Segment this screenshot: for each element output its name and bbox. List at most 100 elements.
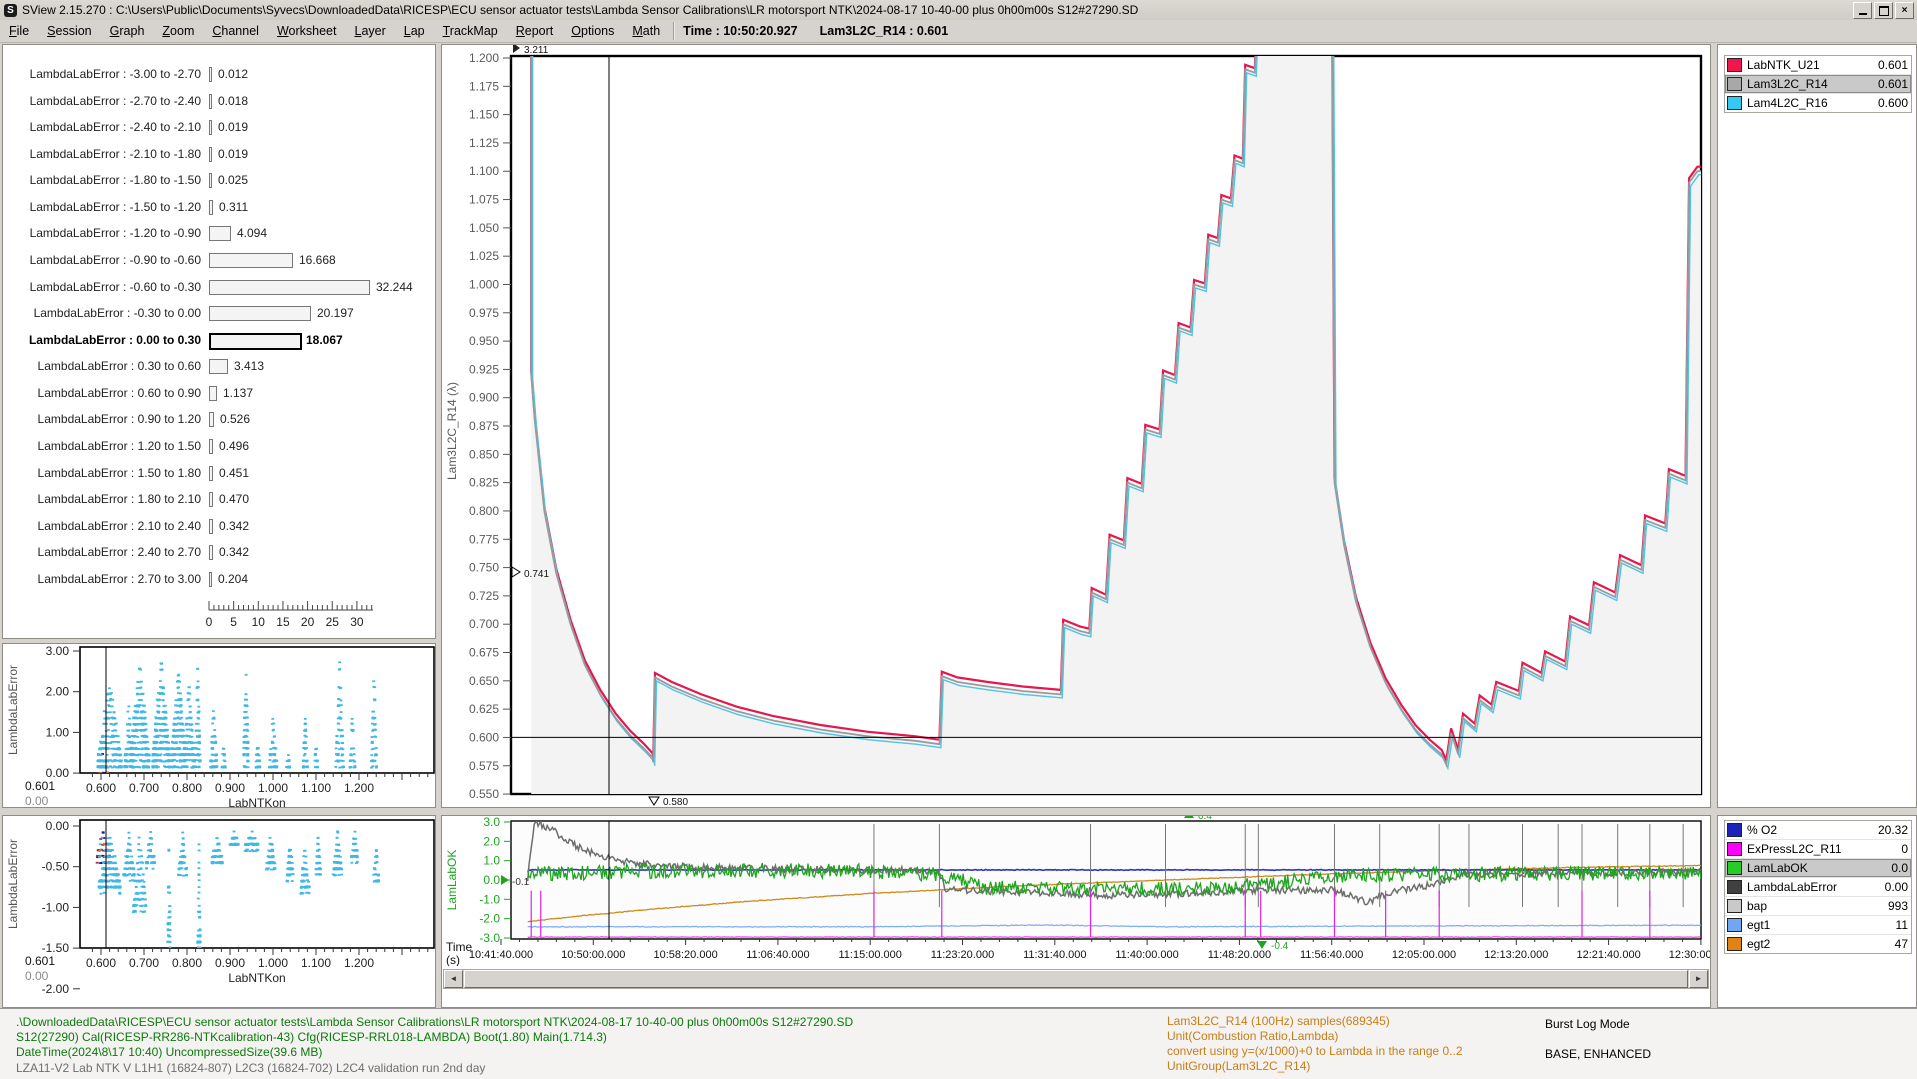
bottom-channel-row-lamlabok[interactable]: LamLabOK0.0 [1725,859,1911,878]
histogram-row[interactable]: LambdaLabError : -1.20 to -0.904.094 [3,220,433,246]
time-tick-label: 12:21:40.000 [1576,949,1640,961]
main-ytick: 0.575 [469,759,499,773]
menu-report[interactable]: Report [507,21,563,41]
histogram-row[interactable]: LambdaLabError : -1.50 to -1.200.311 [3,194,433,220]
main-channel-row-lam3l2c-r14[interactable]: Lam3L2C_R140.601 [1725,75,1911,94]
scroll-thumb[interactable] [464,970,1688,988]
histogram-row[interactable]: LambdaLabError : 2.40 to 2.700.342 [3,539,433,565]
bottom-channel-row-expressl2c-r11[interactable]: ExPressL2C_R110 [1725,840,1911,859]
histogram-row-label: LambdaLabError : 1.20 to 1.50 [38,439,201,453]
main-channel-row-labntk-u21[interactable]: LabNTK_U210.601 [1725,56,1911,75]
scatter-top-xlabel: LabNTKon [228,796,285,807]
main-chart-panel[interactable]: Lam3L2C_R14 (λ)1.2001.1751.1501.1251.100… [441,44,1711,808]
histogram-row[interactable]: LambdaLabError : -2.40 to -2.100.019 [3,114,433,140]
scatter-top-panel[interactable]: LambdaLabError3.002.001.000.000.6000.700… [2,643,436,808]
peak-annotation: 3.211 [524,45,549,56]
channel-value: 11 [1896,918,1908,932]
time-tick-label: 10:50:00.000 [561,949,625,961]
bottom-marker-value: 0.580 [663,797,688,807]
title-bar[interactable]: S SView 2.15.270 : C:\Users\Public\Docum… [0,0,1917,21]
menu-worksheet[interactable]: Worksheet [268,21,346,41]
min-marker-icon [1257,941,1267,949]
histogram-row[interactable]: LambdaLabError : -0.60 to -0.3032.244 [3,274,433,300]
bottom-channel-row-lambdalaberror[interactable]: LambdaLabError0.00 [1725,878,1911,897]
main-chart-svg[interactable]: Lam3L2C_R14 (λ)1.2001.1751.1501.1251.100… [442,45,1710,807]
histogram-bar [209,519,213,534]
histogram-bar [209,412,214,427]
histogram-row[interactable]: LambdaLabError : -0.30 to 0.0020.197 [3,300,433,326]
channel-color-swatch [1727,77,1742,91]
histogram-row[interactable]: LambdaLabError : -2.70 to -2.400.018 [3,88,433,114]
histogram-bar [209,359,228,374]
menu-bar: FileSessionGraphZoomChannelWorksheetLaye… [0,20,1917,43]
channel-name: egt2 [1747,937,1895,951]
bottom-channel-row--o2[interactable]: % O220.32 [1725,821,1911,840]
histogram-row[interactable]: LambdaLabError : 0.00 to 0.3018.067 [3,327,433,353]
menu-zoom[interactable]: Zoom [153,21,203,41]
histogram-row[interactable]: LambdaLabError : 2.10 to 2.400.342 [3,513,433,539]
main-ytick: 1.075 [469,193,499,207]
menu-layer[interactable]: Layer [345,21,394,41]
main-ytick: 0.825 [469,476,499,490]
histogram-row-label: LambdaLabError : 0.00 to 0.30 [29,333,201,347]
channel-color-swatch [1727,58,1742,72]
histogram-row[interactable]: LambdaLabError : -1.80 to -1.500.025 [3,167,433,193]
channel-color-swatch [1727,899,1742,913]
histogram-row-value: 0.451 [219,466,249,480]
menu-lap[interactable]: Lap [395,21,434,41]
minimize-button[interactable] [1853,2,1872,19]
scatter-top-ytick: 1.00 [46,725,70,739]
time-scrollbar[interactable]: ◄ ► [443,969,1709,989]
histogram-row[interactable]: LambdaLabError : -2.10 to -1.800.019 [3,141,433,167]
histogram-row-label: LambdaLabError : 2.10 to 2.40 [38,519,201,533]
main-ytick: 1.200 [469,51,499,65]
histogram-bar [209,94,212,109]
histogram-row[interactable]: LambdaLabError : -0.90 to -0.6016.668 [3,247,433,273]
main-channel-row-lam4l2c-r16[interactable]: Lam4L2C_R160.600 [1725,94,1911,112]
scatter-bottom-panel[interactable]: LambdaLabError0.00-0.50-1.00-1.50-2.00-2… [2,815,436,1008]
histogram-row[interactable]: LambdaLabError : 1.20 to 1.500.496 [3,433,433,459]
histogram-row[interactable]: LambdaLabError : 0.30 to 0.60 3.413 [3,353,433,379]
bottom-channel-list-panel: % O220.32ExPressL2C_R110LamLabOK0.0Lambd… [1717,815,1917,1008]
bottom-channel-row-egt1[interactable]: egt111 [1725,916,1911,935]
histogram-row[interactable]: LambdaLabError : 1.80 to 2.100.470 [3,486,433,512]
main-chart-ylabel: Lam3L2C_R14 (λ) [445,382,459,480]
bottom-chart-svg[interactable]: LamLabOK3.02.01.00.0-1.0-2.0-3.0-0.10.4-… [442,816,1710,966]
scroll-left-button[interactable]: ◄ [444,970,463,988]
scatter-bottom-xtick: 0.600 [86,956,116,970]
main-ytick: 1.150 [469,108,499,122]
histogram-row-value: 0.526 [220,412,250,426]
histogram-panel[interactable]: LambdaLabError : -3.00 to -2.700.012Lamb… [2,44,436,639]
main-ytick: 0.875 [469,419,499,433]
menu-graph[interactable]: Graph [101,21,154,41]
menu-trackmap[interactable]: TrackMap [434,21,507,41]
histogram-row[interactable]: LambdaLabError : 0.90 to 1.200.526 [3,406,433,432]
close-icon: × [1902,6,1908,16]
bottom-channel-row-egt2[interactable]: egt247 [1725,935,1911,953]
histogram-axis-label: 10 [252,615,266,629]
menu-channel[interactable]: Channel [203,21,268,41]
histogram-row[interactable]: LambdaLabError : 1.50 to 1.800.451 [3,460,433,486]
menu-file[interactable]: File [0,21,38,41]
histogram-axis: 051015202530 [201,598,391,632]
menu-options[interactable]: Options [562,21,623,41]
maximize-icon [1879,6,1889,16]
time-tick-label: 11:48:20.000 [1208,949,1271,961]
histogram-row[interactable]: LambdaLabError : 2.70 to 3.000.204 [3,566,433,592]
scroll-right-button[interactable]: ► [1689,970,1708,988]
scatter-bottom-xlabel: LabNTKon [228,971,285,985]
bottom-channel-row-bap[interactable]: bap993 [1725,897,1911,916]
histogram-row-label: LambdaLabError : 0.30 to 0.60 [38,359,201,373]
menu-session[interactable]: Session [38,21,100,41]
maximize-button[interactable] [1874,2,1893,19]
histogram-row[interactable]: LambdaLabError : -3.00 to -2.700.012 [3,61,433,87]
close-button[interactable]: × [1895,2,1914,19]
scatter-bottom-svg: LambdaLabError0.00-0.50-1.00-1.50-2.00-2… [3,816,435,1007]
channel-value: 0.600 [1878,96,1908,110]
histogram-axis-label: 0 [206,615,213,629]
histogram-row-value: 3.413 [234,359,264,373]
histogram-row[interactable]: LambdaLabError : 0.60 to 0.901.137 [3,380,433,406]
histogram-row-label: LambdaLabError : 2.40 to 2.70 [38,545,201,559]
histogram-row-value: 0.025 [218,173,248,187]
menu-math[interactable]: Math [623,21,669,41]
